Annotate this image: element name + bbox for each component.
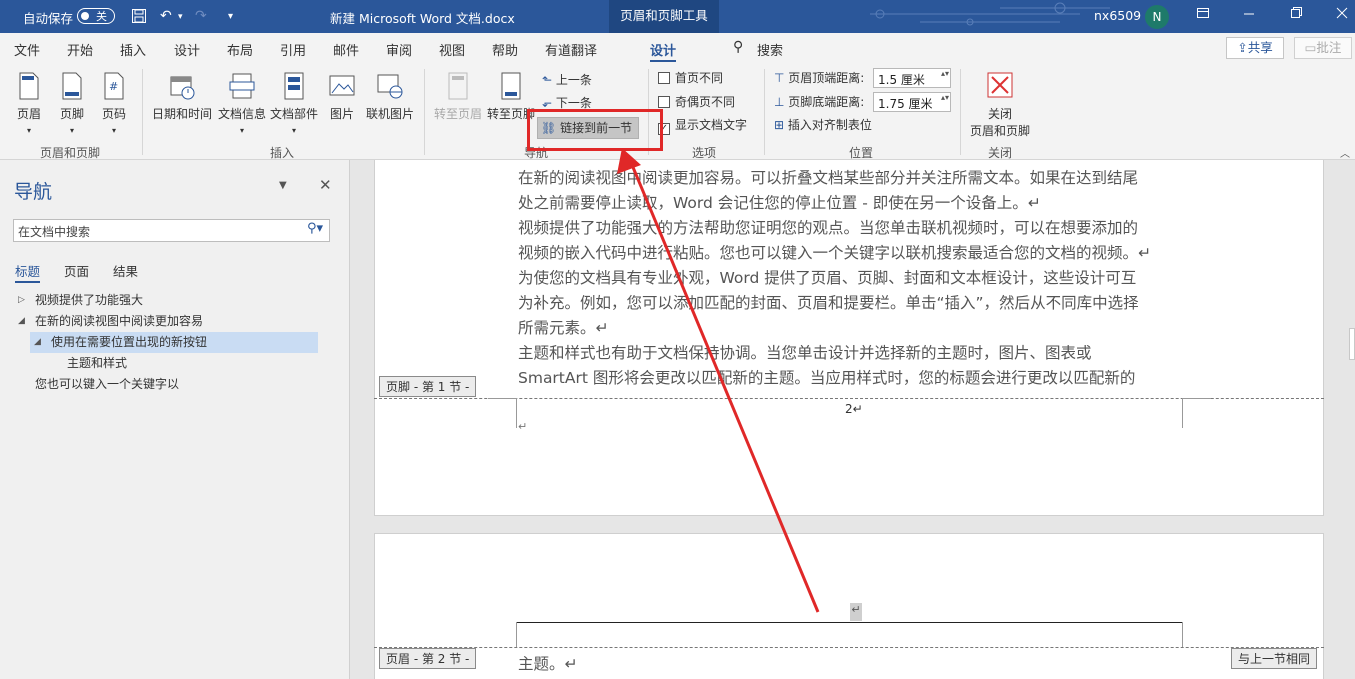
annotation-arrow [617, 148, 820, 613]
